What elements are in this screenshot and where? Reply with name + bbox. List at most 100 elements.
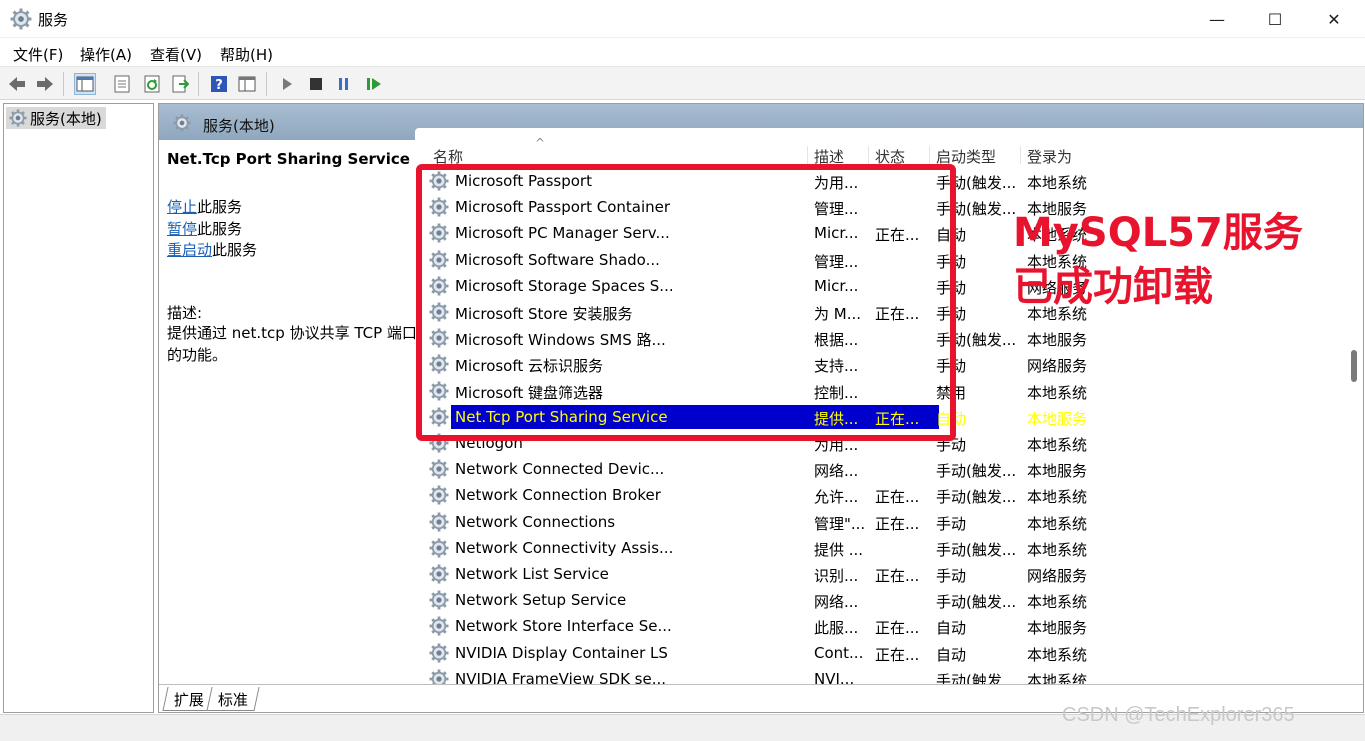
column-header-description[interactable]: 描述 <box>807 146 844 166</box>
service-row[interactable]: Network Store Interface Se... 此服... 正在... 自… <box>415 613 1345 639</box>
tree-node-services-local[interactable]: 服务(本地) <box>6 107 106 129</box>
menu-help[interactable]: 帮助(H) <box>220 44 273 65</box>
scrollbar-thumb[interactable] <box>1351 350 1357 382</box>
service-desc-cell: 网络... <box>814 593 859 612</box>
service-startup-cell: 自动 <box>936 645 967 664</box>
tab-standard[interactable]: 标准 <box>206 687 260 711</box>
close-button[interactable]: ✕ <box>1305 0 1363 38</box>
title-bar: 服务 — ☐ ✕ <box>0 0 1365 38</box>
service-row[interactable]: Network Setup Service 网络... 手动(触发... 本地系统 <box>415 587 1345 613</box>
service-logon-cell: 本地系统 <box>1027 593 1088 612</box>
properties-button[interactable] <box>111 73 133 95</box>
export-list-button[interactable] <box>169 73 191 95</box>
resume-service-button[interactable] <box>363 73 385 95</box>
stop-service-icon <box>310 78 322 90</box>
service-row[interactable]: NVIDIA Display Container LS Cont... 正在... 自… <box>415 640 1345 666</box>
column-header-name[interactable]: 名称 <box>427 146 463 166</box>
service-row[interactable]: Network Connectivity Assis... 提供 ... 手动(触发… <box>415 535 1345 561</box>
service-logon-cell: 本地服务 <box>1027 619 1088 638</box>
properties-icon <box>114 75 130 93</box>
service-name-cell: Network Connection Broker <box>455 486 661 505</box>
service-logon-cell: 网络服务 <box>1027 357 1088 376</box>
toolbar-separator <box>198 72 199 96</box>
service-gear-icon <box>429 590 449 610</box>
service-row[interactable]: NVIDIA FrameView SDK se... NVI... 手动(触发...… <box>415 666 1345 684</box>
service-status-cell: 正在... <box>875 567 920 585</box>
refresh-button[interactable] <box>141 73 163 95</box>
stop-service-link[interactable]: 停止 <box>167 198 197 216</box>
svg-text:?: ? <box>215 78 223 93</box>
service-startup-cell: 手动(触发... <box>936 593 1017 612</box>
service-logon-cell: 本地服务 <box>1027 331 1088 350</box>
service-desc-cell: 网络... <box>814 462 859 481</box>
service-logon-cell: 本地系统 <box>1027 174 1088 192</box>
stop-service-action: 停止此服务 <box>167 196 242 217</box>
help-icon: ? <box>211 76 227 93</box>
restart-service-action: 重启动此服务 <box>167 239 257 260</box>
service-logon-cell: 本地系统 <box>1027 671 1088 684</box>
service-row[interactable]: Network Connection Broker 允许... 正在... 手动(触发… <box>415 482 1345 508</box>
sort-ascending-icon: ^ <box>535 136 546 150</box>
forward-arrow-icon <box>37 77 53 91</box>
service-desc-cell: Cont... <box>814 643 864 662</box>
close-icon: ✕ <box>1327 9 1341 29</box>
description-label: 描述: <box>167 304 203 322</box>
service-row[interactable]: Network Connected Devic... 网络... 手动(触发... 本… <box>415 456 1345 482</box>
toolbar-separator <box>266 72 267 96</box>
service-status-cell: 正在... <box>875 514 920 533</box>
help-button[interactable]: ? <box>208 73 230 95</box>
service-startup-cell: 自动 <box>936 619 967 638</box>
service-gear-icon <box>429 616 449 636</box>
watermark: CSDN @TechExplorer365 <box>1062 704 1295 726</box>
service-gear-icon <box>429 512 449 532</box>
services-icon <box>9 109 27 127</box>
back-button[interactable] <box>6 73 28 95</box>
annotation-line-1: MySQL57服务 <box>1013 210 1303 256</box>
service-startup-cell: 手动(触发... <box>936 671 1017 684</box>
description-panel: Net.Tcp Port Sharing Service 停止此服务 暂停此服务… <box>159 140 417 684</box>
restart-service-link[interactable]: 重启动 <box>167 241 212 259</box>
service-gear-icon <box>429 643 449 663</box>
action-suffix: 此服务 <box>212 241 258 259</box>
service-desc-cell: 提供 ... <box>814 540 864 559</box>
column-header-status[interactable]: 状态 <box>868 146 905 166</box>
service-startup-cell: 手动(触发... <box>936 462 1017 481</box>
selected-service-name: Net.Tcp Port Sharing Service <box>167 150 410 168</box>
minimize-button[interactable]: — <box>1188 0 1246 38</box>
back-arrow-icon <box>9 77 25 91</box>
service-name-cell: Network Connectivity Assis... <box>455 538 674 557</box>
minimize-icon: — <box>1209 9 1225 29</box>
menu-view[interactable]: 查看(V) <box>150 44 202 65</box>
console-view-button[interactable] <box>236 73 258 95</box>
menu-file[interactable]: 文件(F) <box>13 44 63 65</box>
pane-title: 服务(本地) <box>203 117 275 135</box>
tab-label: 扩展 <box>173 691 204 709</box>
service-desc-cell: 此服... <box>814 619 859 638</box>
forward-button[interactable] <box>34 73 56 95</box>
show-tree-button[interactable] <box>74 73 96 95</box>
column-header-logon-as[interactable]: 登录为 <box>1020 146 1072 166</box>
pause-service-link[interactable]: 暂停 <box>167 220 197 238</box>
highlight-box <box>416 164 956 441</box>
service-logon-cell: 本地系统 <box>1027 514 1088 533</box>
start-service-button[interactable] <box>276 73 298 95</box>
tree-pane: 服务(本地) <box>3 103 154 713</box>
column-headers: ^ 名称 描述 状态 启动类型 登录为 <box>415 128 1345 166</box>
stop-service-button[interactable] <box>305 73 327 95</box>
annotation-text: MySQL57服务 已成功卸载 <box>1013 206 1343 314</box>
console-view-icon <box>238 76 256 92</box>
service-logon-cell: 本地系统 <box>1027 383 1088 402</box>
maximize-button[interactable]: ☐ <box>1246 0 1304 38</box>
vertical-scrollbar[interactable] <box>1345 128 1363 684</box>
services-icon <box>173 114 191 132</box>
service-gear-icon <box>429 538 449 558</box>
service-logon-cell: 本地服务 <box>1027 409 1088 428</box>
service-row[interactable]: Network List Service 识别... 正在... 手动 网络服务 <box>415 561 1345 587</box>
resume-service-icon <box>367 78 381 90</box>
column-header-startup-type[interactable]: 启动类型 <box>929 146 996 166</box>
service-gear-icon <box>429 485 449 505</box>
show-tree-icon <box>76 76 94 92</box>
pause-service-button[interactable] <box>333 73 355 95</box>
menu-action[interactable]: 操作(A) <box>80 44 132 65</box>
service-row[interactable]: Network Connections 管理"... 正在... 手动 本地系统 <box>415 509 1345 535</box>
